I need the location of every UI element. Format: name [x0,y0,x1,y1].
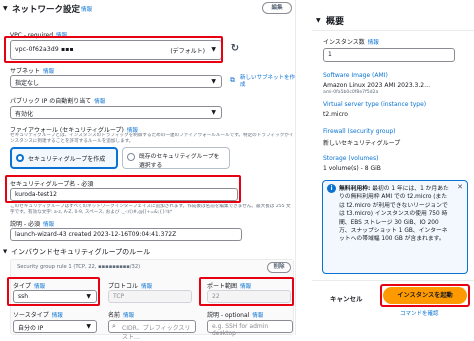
ami-value: Amazon Linux 2023 AMI 2023.3.2… [323,82,431,89]
network-settings-title: ネットワーク設定 [12,5,81,15]
protocol-label: プロトコル 情報 [108,283,153,290]
protocol-input: TCP [108,290,192,303]
source-type-info-link[interactable]: 情報 [52,313,63,319]
description-input[interactable]: launch-wizard-43 created 2023-12-16T09:0… [10,228,242,241]
summary-panel: ▼ 概要 インスタンス数 情報 1 Software Image (AMI) Am… [312,0,474,335]
chevron-down-icon: ▼ [211,78,216,85]
chevron-down-icon: ▼ [211,109,216,116]
port-highlight-box [199,277,294,306]
free-tier-text: 無料利用枠: 最初の 1 年には、1 か月あたりの無料利用枠 AMI での t2… [339,186,449,243]
subnet-value: 指定なし [15,80,40,87]
collapse-caret-icon[interactable]: ▼ [3,5,8,12]
search-icon: ⌕ [112,322,116,330]
external-link-icon: ⧉ [230,76,235,84]
collapse-caret-icon[interactable]: ▼ [316,17,321,24]
chevron-down-icon: ▼ [86,323,91,330]
instance-count-input[interactable]: 1 [323,48,455,62]
firewall-summary-label[interactable]: Firewall (security group) [323,128,396,135]
firewall-summary-value: 新しいセキュリティグループ [323,140,401,147]
vpc-highlight-box [4,36,223,63]
server-type-value: t2.micro [323,111,348,118]
rule-description-label: 説明 - optional 情報 [207,312,264,319]
new-subnet-link[interactable]: 新しいサブネットを作成 [240,75,295,89]
existing-sg-label-1: 既存のセキュリティグループを [139,154,220,160]
instance-count-label: インスタンス数 情報 [323,39,379,46]
free-tier-alert: i 無料利用枠: 最初の 1 年には、1 か月あたりの無料利用枠 AMI での … [322,180,468,274]
collapse-caret-icon[interactable]: ▼ [3,249,7,255]
radio-selected-icon [16,154,24,162]
network-settings-panel: ▼ ネットワーク設定 情報 編集 VPC - required 情報 vpc-0f… [0,0,296,341]
storage-value: 1 volume(s) - 8 GiB [323,165,381,172]
create-sg-option[interactable]: セキュリティグループを作成 [10,147,118,169]
firewall-description: セキュリティグループとは、インスタンスのトラフィックを制御するための一連のファイ… [10,133,294,144]
divider [312,30,474,31]
protocol-value: TCP [113,293,125,300]
inbound-rule-title: Security group rule 1 (TCP, 22, ▪▪▪▪▪▪▪▪… [17,264,141,270]
sg-name-highlight-box [5,175,241,203]
description-label: 説明 - 必須 情報 [10,221,54,228]
instance-count-value: 1 [328,51,332,58]
existing-sg-option[interactable]: 既存のセキュリティグループを 選択する [122,147,230,169]
cancel-button[interactable]: キャンセル [330,293,363,303]
public-ip-value: 有効化 [15,111,34,118]
review-commands-link[interactable]: コマンドを確認 [400,309,439,317]
rule-description-info-link[interactable]: 情報 [252,313,263,319]
divider [312,280,474,281]
source-type-label: ソースタイプ 情報 [13,312,63,319]
close-icon[interactable]: ✕ [457,183,463,191]
subnet-select[interactable]: 指定なし ▼ [10,75,222,88]
subnet-label: サブネット 情報 [10,68,55,75]
edit-button[interactable]: 編集 [262,2,292,14]
instance-count-info-link[interactable]: 情報 [368,40,379,46]
sg-name-hint: このセキュリティグループはすべてのネットワークインターフェイスに追加されます。作… [10,204,291,215]
network-info-link[interactable]: 情報 [81,5,92,13]
existing-sg-label-2: 選択する [139,163,163,169]
type-highlight-box [7,277,100,306]
radio-unselected-icon [127,153,135,161]
name-label: 名前 情報 [108,312,135,319]
ami-id: ami-0fa5b0c0f8e7f5d2a [323,90,379,95]
description-value: launch-wizard-43 created 2023-12-16T09:0… [15,231,177,238]
rule-description-input[interactable]: e.g. SSH for admin desktop [207,320,293,337]
source-type-select[interactable]: 自分の IP ▼ [13,320,97,333]
launch-instance-button[interactable]: インスタンスを起動 [383,287,467,304]
summary-title: 概要 [326,17,345,27]
ami-label[interactable]: Software Image (AMI) [323,72,388,79]
delete-rule-button[interactable]: 削除 [267,262,291,273]
source-type-value: 自分の IP [18,325,44,332]
inbound-rules-title: インバウンドセキュリティグループのルール [11,248,151,256]
storage-label[interactable]: Storage (volumes) [323,155,378,162]
public-ip-select[interactable]: 有効化 ▼ [10,106,222,119]
refresh-icon[interactable]: ↻ [228,42,242,56]
public-ip-info-link[interactable]: 情報 [94,99,105,105]
cidr-search-input[interactable]: ⌕ CIDR、プレフィックスリスト… [108,320,196,341]
server-type-label[interactable]: Virtual server type (instance type) [323,101,426,108]
name-info-link[interactable]: 情報 [123,313,134,319]
create-sg-label: セキュリティグループを作成 [28,156,106,163]
public-ip-label: パブリック IP の自動割り当て 情報 [10,98,106,105]
info-circle-icon: i [327,184,336,193]
